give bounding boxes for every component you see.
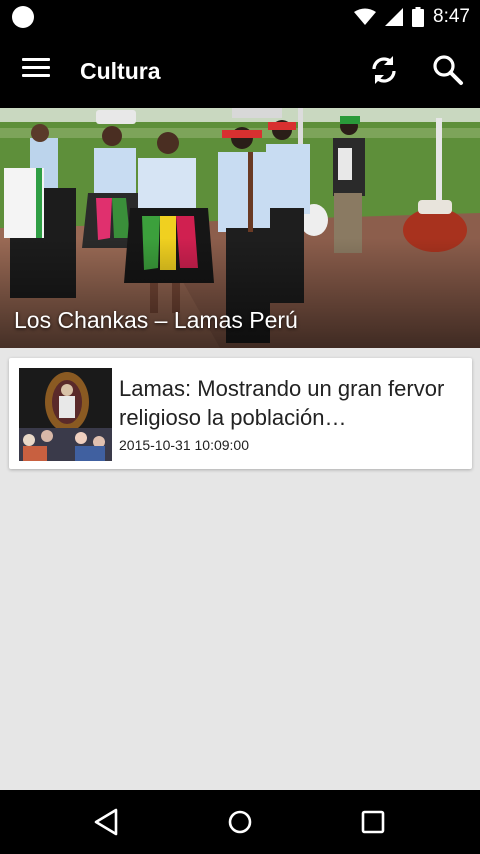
status-bar: 8:47 [0,0,480,34]
battery-icon [412,7,425,27]
app-bar: Cultura [0,34,480,108]
refresh-icon[interactable] [366,52,402,88]
wifi-icon [354,8,377,25]
navigation-bar [0,790,480,854]
back-icon[interactable] [88,804,124,840]
search-icon[interactable] [430,52,466,88]
cell-signal-icon [385,8,404,26]
article-date: 2015-10-31 10:09:00 [119,437,249,453]
status-icons: 8:47 [354,0,470,34]
hero-caption: Los Chankas – Lamas Perú [14,307,298,333]
article-title: Lamas: Mostrando un gran fervor religios… [119,376,445,430]
article-thumbnail [19,368,112,461]
featured-article[interactable]: Los Chankas – Lamas Perú [0,108,480,348]
article-card[interactable]: Lamas: Mostrando un gran fervor religios… [9,358,472,469]
status-time: 8:47 [433,6,470,27]
menu-icon[interactable] [22,58,50,82]
notification-dot-icon [12,6,34,28]
recents-icon[interactable] [355,804,391,840]
app-title: Cultura [80,58,161,84]
home-icon[interactable] [222,804,258,840]
